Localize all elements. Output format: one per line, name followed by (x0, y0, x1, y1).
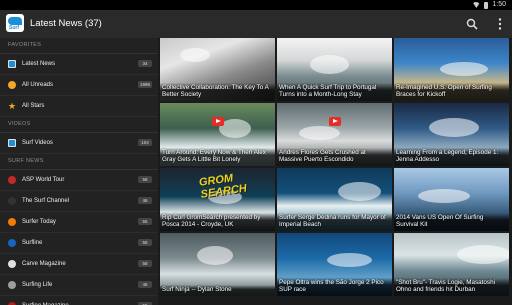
drawer-item[interactable]: Surfer Today 55 (0, 212, 158, 233)
drawer-item-label: Surfline (22, 240, 43, 246)
drawer-item[interactable]: The Surf Channel 46 (0, 191, 158, 212)
drawer-item-label: ASP World Tour (22, 177, 65, 183)
article-title: Learning From a Legend, Episode 1: Jenna… (394, 147, 509, 166)
article-thumbnail (180, 48, 210, 62)
unread-count-badge: 58 (138, 239, 152, 246)
drawer-item[interactable]: Surfing Life 46 (0, 275, 158, 296)
article-tile[interactable]: Pepe Oltra wins the São Jorge 2 Pico SUP… (277, 233, 392, 296)
play-video-icon (212, 117, 224, 126)
news-grid: Collective Collaboration: The Key To A B… (160, 38, 512, 305)
play-video-icon (329, 117, 341, 126)
drawer-item[interactable]: Carve Magazine 58 (0, 254, 158, 275)
dot-icon (8, 81, 16, 89)
article-title: Surfer Serge Dedina runs for Mayor of Im… (277, 212, 392, 231)
app-logo-icon[interactable]: Surf (6, 14, 24, 32)
site-icon (8, 260, 16, 268)
drawer-item-label: Surfing Life (22, 282, 53, 288)
site-icon (8, 197, 16, 205)
article-tile[interactable]: "Shot Bru"- Travis Logie, Masatoshi Ohno… (394, 233, 509, 296)
battery-icon (484, 1, 489, 9)
unread-count-badge: 58 (138, 176, 152, 183)
article-title: Surf Ninja -- Dylan Stone (160, 285, 275, 296)
article-tile[interactable]: Surf Ninja -- Dylan Stone (160, 233, 275, 296)
article-tile[interactable]: Andres Flores Gets Crushed at Massive Pu… (277, 103, 392, 166)
article-thumbnail (310, 55, 349, 74)
navigation-drawer: FAVORITES Latest News 34 All Unreads 1996 ★ Al… (0, 38, 158, 305)
article-title: Collective Collaboration: The Key To A B… (160, 82, 275, 101)
article-tile[interactable]: Re-Imagined U.S. Open of Surfing Braces … (394, 38, 509, 101)
status-icons: 1:50 (472, 0, 506, 10)
article-title: Turn Around: Every Now & Then Alex Gray … (160, 147, 275, 166)
drawer-item[interactable]: Surfing Magazine55 (0, 296, 158, 305)
article-tile[interactable]: Surfer Serge Dedina runs for Mayor of Im… (277, 168, 392, 231)
drawer-item-label: All Unreads (22, 82, 54, 88)
section-header: FAVORITES (0, 38, 158, 54)
article-thumbnail (299, 126, 340, 140)
article-tile[interactable]: When A Quick Surf Trip to Portugal Turns… (277, 38, 392, 101)
article-tile[interactable]: Learning From a Legend, Episode 1: Jenna… (394, 103, 509, 166)
app-title: Latest News (37) (30, 18, 102, 29)
unread-count-badge: 34 (138, 60, 152, 67)
rss-icon (8, 60, 16, 68)
unread-count-badge: 46 (138, 281, 152, 288)
status-time: 1:50 (492, 1, 506, 8)
article-title: Pepe Oltra wins the São Jorge 2 Pico SUP… (277, 277, 392, 296)
site-icon (8, 281, 16, 289)
article-title: 2014 Vans US Open Of Surfing Survival Ki… (394, 212, 509, 231)
unread-count-badge: 1996 (137, 81, 152, 88)
article-thumbnail (429, 118, 479, 137)
site-icon (8, 218, 16, 226)
search-icon[interactable] (466, 18, 478, 30)
drawer-item[interactable]: ★ All Stars (0, 96, 158, 117)
article-tile[interactable]: GROM SEARCH Rip Curl GromSearch presented … (160, 168, 275, 231)
site-icon (8, 239, 16, 247)
wifi-icon (472, 2, 481, 8)
drawer-item[interactable]: All Unreads 1996 (0, 75, 158, 96)
article-thumbnail (418, 189, 470, 203)
drawer-item-label: Surf Videos (22, 140, 53, 146)
rss-icon (8, 139, 16, 147)
article-title: "Shot Bru"- Travis Logie, Masatoshi Ohno… (394, 277, 509, 296)
article-thumbnail (440, 62, 488, 76)
article-thumbnail (197, 246, 233, 265)
drawer-item[interactable]: ASP World Tour 58 (0, 170, 158, 191)
article-title: When A Quick Surf Trip to Portugal Turns… (277, 82, 392, 101)
unread-count-badge: 46 (138, 197, 152, 204)
drawer-item[interactable]: Latest News 34 (0, 54, 158, 75)
unread-count-badge: 58 (138, 260, 152, 267)
article-title: Re-Imagined U.S. Open of Surfing Braces … (394, 82, 509, 101)
article-title: Andres Flores Gets Crushed at Massive Pu… (277, 147, 392, 166)
drawer-item[interactable]: Surfline 58 (0, 233, 158, 254)
star-icon: ★ (8, 101, 17, 111)
drawer-item-label: Surfer Today (22, 219, 56, 225)
article-tile[interactable]: Turn Around: Every Now & Then Alex Gray … (160, 103, 275, 166)
article-tile[interactable]: Collective Collaboration: The Key To A B… (160, 38, 275, 101)
unread-count-badge: 104 (138, 139, 152, 146)
drawer-item[interactable]: Surf Videos 104 (0, 133, 158, 154)
article-title: Rip Curl GromSearch presented by Posca 2… (160, 212, 275, 231)
article-tile[interactable]: 2014 Vans US Open Of Surfing Survival Ki… (394, 168, 509, 231)
article-thumbnail (457, 245, 509, 264)
gromsearch-logo: GROM SEARCH (198, 172, 248, 201)
action-bar: Surf Latest News (37) (0, 10, 512, 39)
unread-count-badge: 55 (138, 218, 152, 225)
article-thumbnail (338, 182, 381, 201)
drawer-item-label: All Stars (22, 103, 45, 109)
status-bar: 1:50 (0, 0, 512, 10)
article-thumbnail (327, 253, 372, 267)
drawer-item-label: Latest News (22, 61, 56, 67)
drawer-item-label: Carve Magazine (22, 261, 66, 267)
section-header: SURF NEWS (0, 154, 158, 170)
section-header: VIDEOS (0, 117, 158, 133)
overflow-menu-icon[interactable] (498, 18, 502, 30)
drawer-item-label: The Surf Channel (22, 198, 70, 204)
site-icon (8, 176, 16, 184)
